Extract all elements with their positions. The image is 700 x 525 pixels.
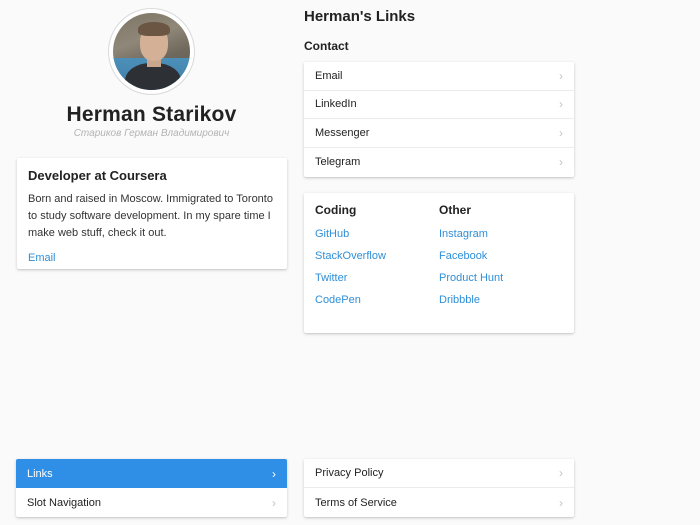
chevron-right-icon: › — [559, 155, 563, 170]
link-github[interactable]: GitHub — [315, 228, 439, 250]
contact-item-linkedin[interactable]: LinkedIn › — [304, 91, 574, 120]
contact-item-telegram[interactable]: Telegram › — [304, 148, 574, 177]
contact-item-label: LinkedIn — [315, 98, 357, 111]
link-instagram[interactable]: Instagram — [439, 228, 563, 250]
nav-item-label: Privacy Policy — [315, 467, 384, 479]
page-title: Herman's Links — [304, 8, 416, 25]
contact-item-label: Email — [315, 69, 343, 82]
nav-item-slot-navigation[interactable]: Slot Navigation › — [16, 488, 287, 517]
link-codepen[interactable]: CodePen — [315, 294, 439, 316]
page: Herman Starikov Стариков Герман Владимир… — [0, 0, 700, 525]
bio-card: Developer at Coursera Born and raised in… — [17, 158, 287, 269]
profile-photo-icon — [113, 13, 190, 90]
nav-item-label: Terms of Service — [315, 496, 397, 509]
chevron-right-icon: › — [559, 466, 563, 480]
nav-item-terms-of-service[interactable]: Terms of Service › — [304, 488, 574, 517]
contact-item-label: Messenger — [315, 126, 370, 139]
contact-item-messenger[interactable]: Messenger › — [304, 119, 574, 148]
link-product-hunt[interactable]: Product Hunt — [439, 272, 563, 294]
chevron-right-icon: › — [559, 125, 563, 140]
contact-heading: Contact — [304, 39, 349, 53]
link-stackoverflow[interactable]: StackOverflow — [315, 250, 439, 272]
profile-alt-name: Стариков Герман Владимирович — [73, 128, 230, 139]
avatar — [108, 8, 195, 95]
chevron-right-icon: › — [559, 68, 563, 83]
contact-item-label: Telegram — [315, 156, 361, 169]
chevron-right-icon: › — [559, 495, 563, 510]
bio-email-link[interactable]: Email — [28, 252, 56, 264]
main-navigation: Links › Slot Navigation › — [16, 459, 287, 517]
chevron-right-icon: › — [272, 495, 276, 510]
bio-text: Born and raised in Moscow. Immigrated to… — [28, 193, 273, 239]
chevron-right-icon: › — [272, 466, 276, 481]
nav-item-label: Links — [27, 467, 53, 480]
other-heading: Other — [439, 203, 472, 217]
link-dribbble[interactable]: Dribbble — [439, 294, 563, 316]
coding-links: Coding GitHub StackOverflow Twitter Code… — [315, 203, 439, 323]
legal-navigation: Privacy Policy › Terms of Service › — [304, 459, 574, 517]
links-card: Coding GitHub StackOverflow Twitter Code… — [304, 193, 574, 333]
bio-title: Developer at Coursera — [28, 168, 167, 183]
profile-name: Herman Starikov — [66, 103, 237, 126]
nav-item-links[interactable]: Links › — [16, 459, 287, 488]
other-links: Other Instagram Facebook Product Hunt Dr… — [439, 203, 563, 323]
nav-item-privacy-policy[interactable]: Privacy Policy › — [304, 459, 574, 488]
chevron-right-icon: › — [559, 97, 563, 112]
contact-item-email[interactable]: Email › — [304, 62, 574, 91]
link-twitter[interactable]: Twitter — [315, 272, 439, 294]
coding-heading: Coding — [315, 203, 357, 217]
link-facebook[interactable]: Facebook — [439, 250, 563, 272]
contact-list: Email › LinkedIn › Messenger › Telegram … — [304, 62, 574, 177]
nav-item-label: Slot Navigation — [27, 496, 101, 509]
